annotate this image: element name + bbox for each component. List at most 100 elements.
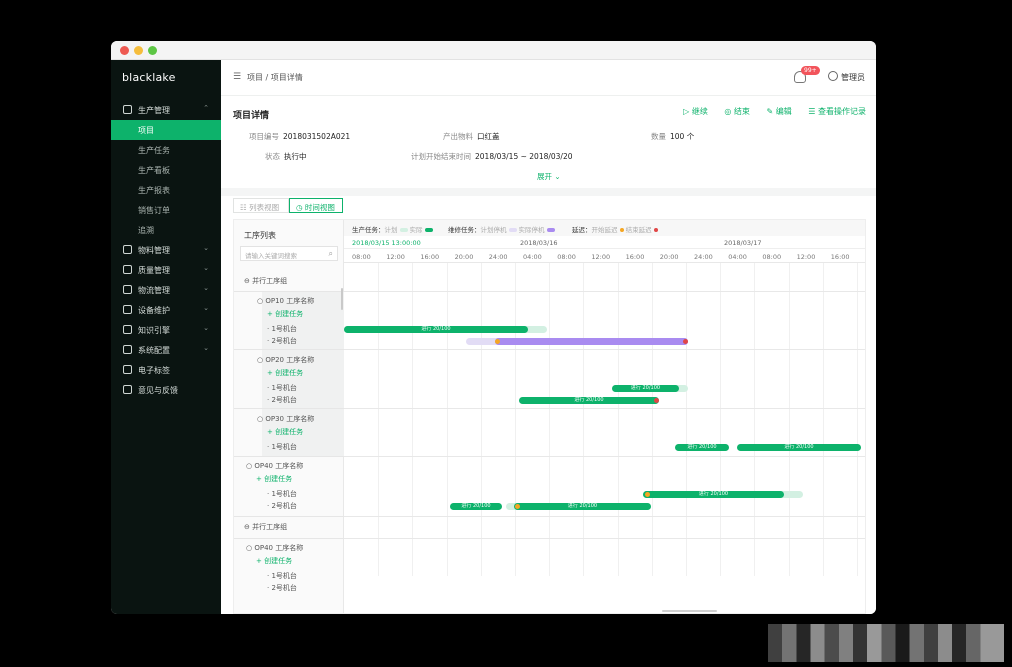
op40-create-task-button[interactable]: + 创建任务 xyxy=(256,474,292,484)
op30-create-task-button[interactable]: + 创建任务 xyxy=(267,427,303,437)
expand-button[interactable]: 展开 ⌄ xyxy=(537,171,561,182)
op40-row[interactable]: ○ OP40 工序名称 xyxy=(246,461,303,471)
maximize-window-button[interactable] xyxy=(148,46,157,55)
grid-line xyxy=(412,263,414,576)
field-value: 口红盖 xyxy=(477,132,500,141)
nav-group-feedback[interactable]: 意见与反馈 xyxy=(111,380,221,400)
nav-label: 生产看板 xyxy=(138,166,170,175)
op30-row[interactable]: ○ OP30 工序名称 xyxy=(257,414,314,424)
breadcrumb[interactable]: 项目 / 项目详情 xyxy=(247,72,303,83)
time-tick-label: 12:00 xyxy=(386,253,405,261)
op20-row[interactable]: ○ OP20 工序名称 xyxy=(257,355,314,365)
bar-label: 进行 20/100 xyxy=(421,326,451,332)
op10-m1-actual-bar[interactable]: 进行 20/100 xyxy=(344,326,528,333)
nav-group-production[interactable]: 生产管理 ⌃ xyxy=(111,100,221,120)
menu-fold-icon[interactable]: ☰ xyxy=(233,72,241,82)
grid-line xyxy=(720,263,722,576)
nav-group-quality[interactable]: 质量管理 ⌄ xyxy=(111,260,221,280)
nav-label: 生产管理 xyxy=(138,106,170,115)
page-title: 项目详情 xyxy=(233,111,270,121)
settings-icon xyxy=(123,345,132,354)
plan-time-field: 计划开始结束时间 2018/03/15 ~ 2018/03/20 xyxy=(411,151,573,162)
field-label: 项目编号 xyxy=(249,132,279,141)
nav-label: 电子标签 xyxy=(138,366,170,375)
op20-create-task-button[interactable]: + 创建任务 xyxy=(267,368,303,378)
op10-m2-maint-actual-bar[interactable] xyxy=(495,338,688,345)
user-name[interactable]: 管理员 xyxy=(841,72,865,83)
bar-label: 进行 20/100 xyxy=(784,444,814,450)
legend-production: 生产任务：计划 实际 xyxy=(352,224,435,234)
nav-item-production-board[interactable]: 生产看板 xyxy=(111,160,221,180)
op40-m2-actual-bar-a[interactable]: 进行 20/100 xyxy=(450,503,502,510)
op40-machine-1: · 1号机台 xyxy=(267,490,297,498)
close-window-button[interactable] xyxy=(120,46,129,55)
finish-button[interactable]: ◎ 结束 xyxy=(724,107,750,116)
nav-item-production-task[interactable]: 生产任务 xyxy=(111,140,221,160)
nav-item-sales-order[interactable]: 销售订单 xyxy=(111,200,221,220)
time-tick-label: 08:00 xyxy=(557,253,576,261)
op30-m1-actual-bar-b[interactable]: 进行 20/100 xyxy=(737,444,861,451)
date-label: 2018/03/15 13:00:00 xyxy=(352,239,421,247)
time-tick-label: 20:00 xyxy=(659,253,679,261)
time-tick-label: 20:00 xyxy=(454,253,474,261)
nav-group-material[interactable]: 物料管理 ⌄ xyxy=(111,240,221,260)
op20-m2-actual-bar[interactable]: 进行 20/100 xyxy=(519,397,659,404)
nav-label: 生产任务 xyxy=(138,146,170,155)
op40b-machine-1: · 1号机台 xyxy=(267,572,297,580)
legend-label: 开始延迟 xyxy=(591,226,618,234)
output-field: 产出物料 口红盖 xyxy=(443,131,500,142)
nav-item-production-report[interactable]: 生产报表 xyxy=(111,180,221,200)
process-search-input[interactable]: 请输入关键词搜索 ⌕ xyxy=(240,246,338,261)
user-icon[interactable] xyxy=(828,71,838,81)
process-list-scrollbar[interactable] xyxy=(341,288,343,310)
process-list: 工序列表 请输入关键词搜索 ⌕ ⊖ 并行工序组 ○ OP10 工序名称 + 创建… xyxy=(234,220,344,613)
gantt-horizontal-scrollbar[interactable] xyxy=(662,610,717,612)
row-divider xyxy=(344,291,865,292)
legend-dot xyxy=(653,228,658,232)
nav-group-settings[interactable]: 系统配置 ⌄ xyxy=(111,340,221,360)
op10-create-task-button[interactable]: + 创建任务 xyxy=(267,309,303,319)
parallel-group-row[interactable]: ⊖ 并行工序组 xyxy=(244,522,287,532)
nav-item-trace[interactable]: 追溯 xyxy=(111,220,221,240)
nav-group-logistics[interactable]: 物流管理 ⌄ xyxy=(111,280,221,300)
nav-item-project[interactable]: 项目 xyxy=(111,120,221,140)
brand-logo[interactable]: blacklake xyxy=(122,71,176,84)
minimize-window-button[interactable] xyxy=(134,46,143,55)
chevron-up-icon: ⌃ xyxy=(203,104,209,112)
chevron-down-icon: ⌄ xyxy=(203,324,209,332)
blurred-watermark xyxy=(768,624,1004,662)
field-value: 2018/03/15 ~ 2018/03/20 xyxy=(475,152,573,161)
view-log-button[interactable]: ☰ 查看操作记录 xyxy=(808,107,866,116)
op40b-create-task-button[interactable]: + 创建任务 xyxy=(256,556,292,566)
tab-list-view[interactable]: ☷ 列表视图 xyxy=(233,198,289,213)
chevron-down-icon: ⌄ xyxy=(203,304,209,312)
legend-label: 实际停机 xyxy=(518,226,545,234)
tab-time-view[interactable]: ◷ 时间视图 xyxy=(289,198,343,213)
main-content: ☰ 项目 / 项目详情 99+ 管理员 项目详情 ▷ 继续 ◎ 结束 ✎ 编辑 … xyxy=(221,60,876,614)
row-divider xyxy=(234,516,344,517)
legend-swatch xyxy=(424,228,433,232)
continue-button[interactable]: ▷ 继续 xyxy=(683,107,708,116)
op40-m2-actual-bar-b[interactable]: 进行 20/100 xyxy=(514,503,651,510)
grid-line xyxy=(822,263,824,576)
time-tick-label: 16:00 xyxy=(830,253,850,261)
op20-m1-actual-bar[interactable]: 进行 20/100 xyxy=(612,385,679,392)
bar-label: 进行 20/100 xyxy=(461,503,491,509)
parallel-group-row[interactable]: ⊖ 并行工序组 xyxy=(244,276,287,286)
nav-group-knowledge[interactable]: 知识引擎 ⌄ xyxy=(111,320,221,340)
nav-group-equipment[interactable]: 设备维护 ⌄ xyxy=(111,300,221,320)
nav-label: 销售订单 xyxy=(138,206,170,215)
nav-group-tag[interactable]: 电子标签 xyxy=(111,360,221,380)
row-divider xyxy=(344,456,865,457)
edit-button[interactable]: ✎ 编辑 xyxy=(766,107,791,116)
op10-row[interactable]: ○ OP10 工序名称 xyxy=(257,296,314,306)
grid-line xyxy=(583,263,585,576)
grid-line xyxy=(686,263,687,576)
nav-label: 生产报表 xyxy=(138,186,170,195)
op30-m1-actual-bar-a[interactable]: 进行 20/100 xyxy=(675,444,729,451)
search-icon[interactable]: ⌕ xyxy=(329,249,333,259)
chevron-down-icon: ⌄ xyxy=(203,284,209,292)
op40b-row[interactable]: ○ OP40 工序名称 xyxy=(246,543,303,553)
field-label: 计划开始结束时间 xyxy=(411,152,471,161)
op40-m1-actual-bar[interactable]: 进行 20/100 xyxy=(643,491,784,498)
